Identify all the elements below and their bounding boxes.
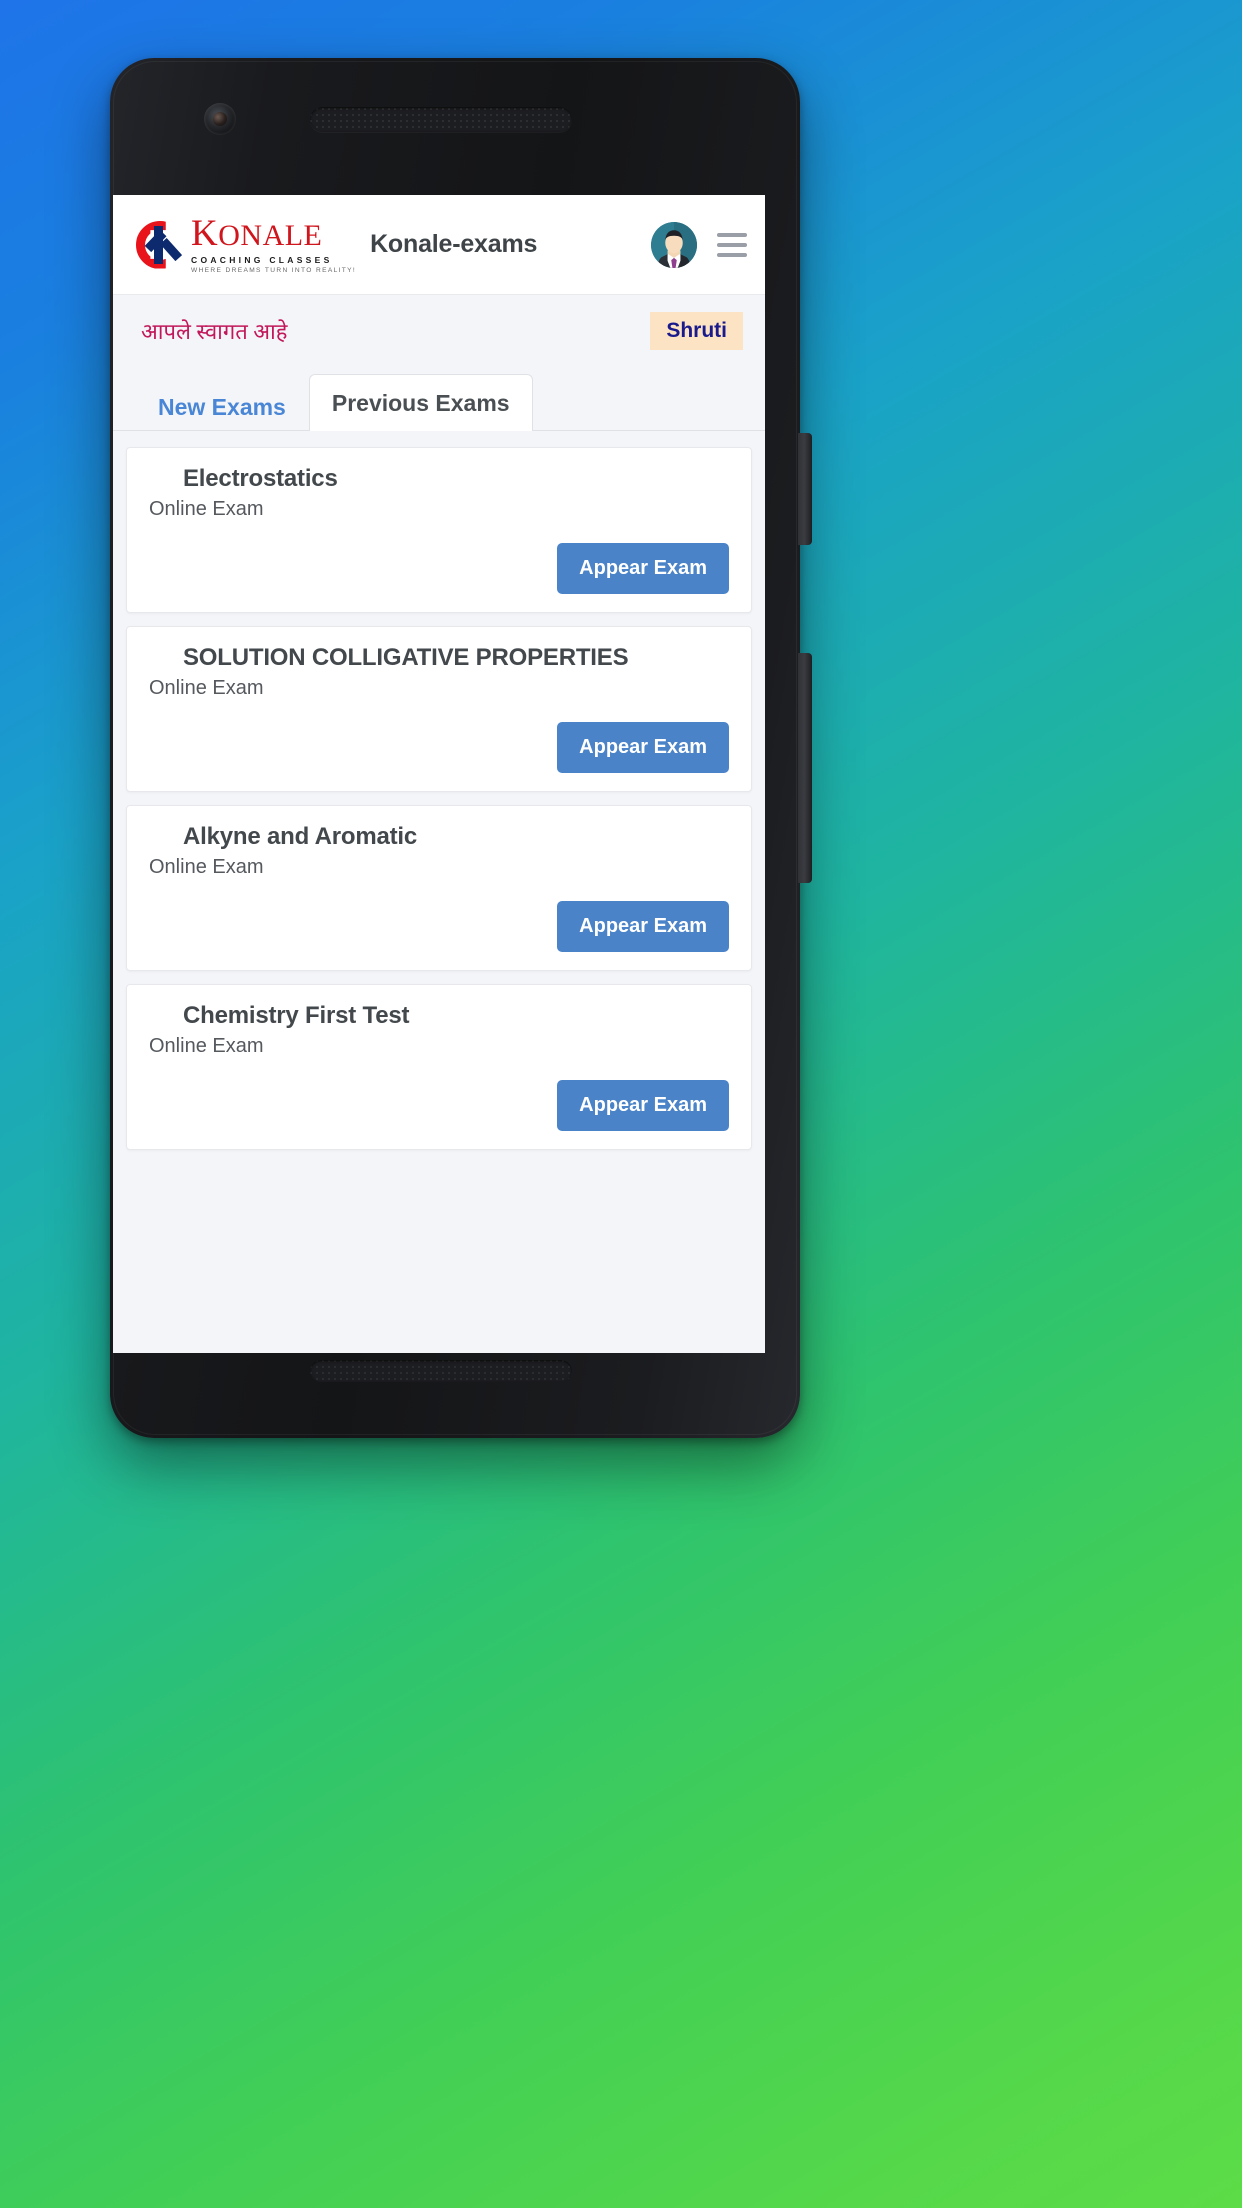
exam-list: Electrostatics Online Exam Appear Exam S… [113,431,765,1353]
appear-exam-button[interactable]: Appear Exam [557,722,729,773]
exam-title: Electrostatics [183,465,338,492]
appear-exam-button[interactable]: Appear Exam [557,901,729,952]
tab-previous-exams[interactable]: Previous Exams [308,374,533,431]
exam-tabs: New Exams Previous Exams [113,367,765,431]
page-title: Konale-exams [370,230,538,258]
exam-mode: Online Exam [149,856,264,878]
exam-card: SOLUTION COLLIGATIVE PROPERTIES Online E… [126,626,752,792]
front-camera-icon [204,103,236,135]
app-header: KONALE COACHING CLASSES WHERE DREAMS TUR… [113,195,765,295]
welcome-bar: आपले स्वागत आहे Shruti [113,295,765,367]
exam-card: Alkyne and Aromatic Online Exam Appear E… [126,805,752,971]
exam-mode: Online Exam [149,498,264,520]
hamburger-menu-icon[interactable] [717,229,747,261]
welcome-message: आपले स्वागत आहे [141,319,288,344]
user-name-badge[interactable]: Shruti [650,312,743,350]
exam-title: SOLUTION COLLIGATIVE PROPERTIES [183,644,629,671]
exam-card: Chemistry First Test Online Exam Appear … [126,984,752,1150]
tab-new-exams[interactable]: New Exams [135,381,309,431]
exam-mode: Online Exam [149,1035,264,1057]
power-button[interactable] [798,433,812,545]
appear-exam-button[interactable]: Appear Exam [557,543,729,594]
konale-k-logo-icon [133,218,187,272]
phone-screen: KONALE COACHING CLASSES WHERE DREAMS TUR… [113,195,765,1353]
logo-tagline-secondary: WHERE DREAMS TURN INTO REALITY! [191,267,357,274]
user-avatar-icon[interactable] [651,221,697,268]
bottom-speaker-icon [310,1360,572,1382]
logo-tagline-primary: COACHING CLASSES [191,255,333,265]
exam-title: Chemistry First Test [183,1002,410,1029]
earpiece-speaker-icon [310,107,572,132]
appear-exam-button[interactable]: Appear Exam [557,1080,729,1131]
brand-logo[interactable]: KONALE COACHING CLASSES WHERE DREAMS TUR… [133,215,356,274]
exam-title: Alkyne and Aromatic [183,823,418,850]
volume-rocker-button[interactable] [798,653,812,883]
exam-card: Electrostatics Online Exam Appear Exam [126,447,752,613]
logo-wordmark: KONALE [191,213,323,254]
phone-device: KONALE COACHING CLASSES WHERE DREAMS TUR… [110,58,812,1438]
exam-mode: Online Exam [149,677,264,699]
